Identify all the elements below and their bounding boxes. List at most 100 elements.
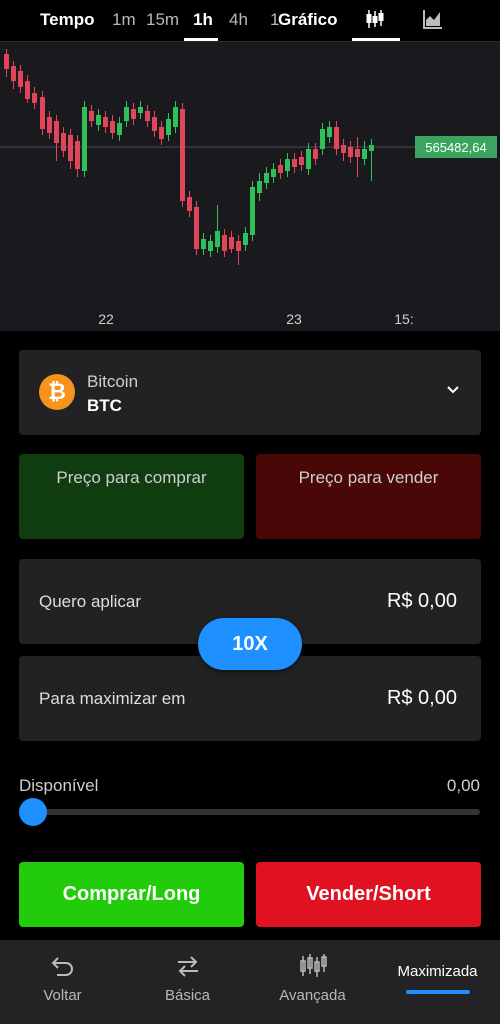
candle-body <box>4 54 9 69</box>
swap-arrows-icon <box>177 956 198 977</box>
candle-body <box>180 109 185 201</box>
chevron-down-icon[interactable] <box>445 382 461 398</box>
candle-body <box>61 133 66 151</box>
candle-body <box>173 107 178 127</box>
candle-body <box>264 173 269 183</box>
asset-symbol: BTC <box>87 396 122 415</box>
candle-body <box>341 145 346 153</box>
x-tick-label: 23 <box>286 311 302 327</box>
nav-label: Básica <box>164 987 211 1004</box>
candle-body <box>278 165 283 173</box>
candle-body <box>166 119 171 135</box>
candle-body <box>362 149 367 159</box>
nav-item-voltar[interactable]: Voltar <box>0 940 125 1024</box>
candle-body <box>250 187 255 235</box>
candle-body <box>75 141 80 169</box>
candle-body <box>11 66 16 81</box>
candle-body <box>32 93 37 103</box>
buy-long-button[interactable]: Comprar/Long <box>19 862 244 927</box>
nav-item-basica[interactable]: Básica <box>125 940 250 1024</box>
candle-body <box>103 117 108 127</box>
asset-selector[interactable]: ₿ Bitcoin BTC <box>19 350 481 435</box>
candle-body <box>194 207 199 249</box>
nav-item-avancada[interactable]: Avançada <box>250 940 375 1024</box>
candle-body <box>40 97 45 129</box>
bitcoin-logo-icon: ₿ <box>39 374 75 410</box>
candle-body <box>152 117 157 131</box>
candle-body <box>229 237 234 249</box>
candle-body <box>306 149 311 169</box>
candle-body <box>236 241 241 251</box>
candle-body <box>327 127 332 137</box>
candle-body <box>285 159 290 171</box>
apply-amount-value[interactable]: R$ 0,00 <box>387 590 457 613</box>
candlestick-chart: 565482,64 22 23 15: <box>0 41 500 327</box>
area-chart-icon[interactable] <box>422 8 444 30</box>
candle-body <box>208 241 213 251</box>
candle-body <box>355 149 360 157</box>
maximize-amount-label: Para maximizar em <box>39 689 186 708</box>
candle-body <box>271 169 276 177</box>
amount-slider-track[interactable] <box>30 809 480 815</box>
x-tick-label: 15: <box>394 311 413 327</box>
bottom-navigation: Voltar Básica Avançada Maximizada <box>0 940 500 1024</box>
candle-body <box>215 231 220 247</box>
candle-body <box>334 127 339 149</box>
candle-body <box>299 157 304 165</box>
interval-4h[interactable]: 4h <box>229 10 248 30</box>
sell-short-button[interactable]: Vender/Short <box>256 862 481 927</box>
candles-icon <box>299 954 327 977</box>
candle-body <box>124 107 129 121</box>
candle-body <box>110 121 115 133</box>
undo-arrow-icon <box>51 957 73 976</box>
candle-body <box>117 123 122 135</box>
candle-body <box>89 111 94 121</box>
candle-body <box>54 121 59 143</box>
maximize-amount-value: R$ 0,00 <box>386 687 457 709</box>
chart-label[interactable]: Gráfico <box>278 10 338 30</box>
nav-label: Avançada <box>279 987 346 1004</box>
candlestick-icon[interactable] <box>364 8 386 30</box>
interval-15m[interactable]: 15m <box>146 10 179 30</box>
x-tick-label: 22 <box>98 311 114 327</box>
available-value: 0,00 <box>446 776 480 795</box>
nav-item-maximizada[interactable]: Maximizada <box>375 940 500 1024</box>
interval-1h[interactable]: 1h <box>193 10 213 30</box>
candle-body <box>201 239 206 249</box>
asset-name: Bitcoin <box>87 372 139 391</box>
apply-amount-label: Quero aplicar <box>39 592 142 611</box>
candle-body <box>320 129 325 149</box>
candle-body <box>68 135 73 161</box>
candle-body <box>96 115 101 125</box>
nav-active-indicator <box>406 990 470 994</box>
sell-price-label: Preço para vender <box>298 468 439 487</box>
candle-body <box>243 233 248 245</box>
candle-body <box>159 127 164 139</box>
current-price-value: 565482,64 <box>425 140 486 155</box>
candle-body <box>131 109 136 119</box>
candle-body <box>313 149 318 159</box>
candle-body <box>145 111 150 121</box>
candle-body <box>348 147 353 157</box>
price-chart[interactable]: 565482,64 22 23 15: <box>0 41 500 331</box>
sell-price-box: Preço para vender <box>256 454 481 539</box>
candle-body <box>292 159 297 167</box>
candle-body <box>138 107 143 113</box>
interval-1m[interactable]: 1m <box>112 10 136 30</box>
nav-label: Voltar <box>43 987 82 1004</box>
buy-price-box: Preço para comprar <box>19 454 244 539</box>
leverage-button[interactable]: 10X <box>198 618 302 670</box>
candle-body <box>222 235 227 251</box>
candle-body <box>25 81 30 99</box>
buy-price-label: Preço para comprar <box>56 468 207 487</box>
candle-body <box>369 145 374 151</box>
candle-body <box>18 71 23 87</box>
time-label: Tempo <box>40 10 95 29</box>
candle-body <box>82 107 87 171</box>
candle-body <box>47 117 52 133</box>
chart-toolbar: Tempo 1m 15m 1h 4h 1 Gráfico <box>0 0 500 41</box>
amount-slider-thumb[interactable] <box>19 798 47 826</box>
candle-body <box>187 197 192 211</box>
available-label: Disponível <box>19 776 99 795</box>
nav-label-active: Maximizada <box>397 963 478 980</box>
